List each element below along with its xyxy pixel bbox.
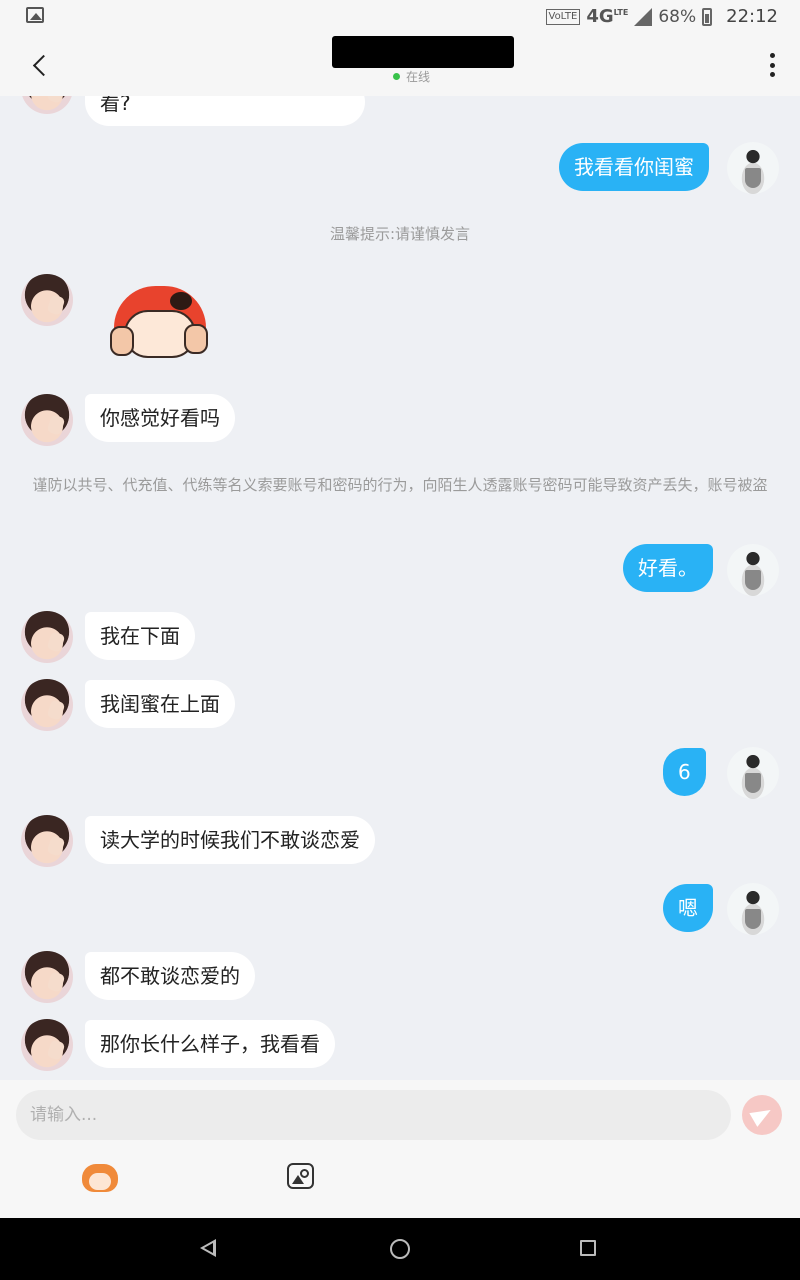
system-notice: 温馨提示:请谨慎发言 xyxy=(329,225,471,243)
battery-icon xyxy=(702,7,713,26)
my-avatar[interactable] xyxy=(727,142,779,194)
online-status: 在线 xyxy=(393,68,430,85)
battery-percent: 68% xyxy=(658,6,697,27)
chevron-left-icon[interactable] xyxy=(22,48,58,84)
image-icon[interactable] xyxy=(287,1163,314,1189)
online-status-label: 在线 xyxy=(406,70,431,84)
message-bubble-outgoing[interactable]: 我看看你闺蜜 xyxy=(559,143,709,191)
contact-avatar[interactable] xyxy=(21,815,73,867)
system-nav-bar xyxy=(0,1218,800,1280)
contact-name-redacted xyxy=(332,36,514,68)
contact-avatar[interactable] xyxy=(21,274,73,326)
network-label: 4G xyxy=(586,6,614,27)
my-avatar[interactable] xyxy=(727,544,779,596)
message-bubble-incoming[interactable]: 我闺蜜在上面 xyxy=(85,680,235,728)
nav-home-icon[interactable] xyxy=(390,1239,410,1259)
chat-header: 在线 xyxy=(0,34,800,96)
sticker-girl-peek[interactable] xyxy=(110,286,210,366)
message-composer xyxy=(0,1080,800,1218)
nav-back-icon[interactable] xyxy=(200,1239,216,1257)
contact-avatar[interactable] xyxy=(21,951,73,1003)
status-indicators: VoLTE 4GLTE 68% 22:12 xyxy=(545,6,778,27)
clock: 22:12 xyxy=(726,6,778,27)
network-sup: LTE xyxy=(613,8,629,17)
contact-avatar[interactable] xyxy=(21,96,73,114)
security-warning: 谨防以共号、代充值、代练等名义索要账号和密码的行为，向陌生人透露账号密码可能导致… xyxy=(32,476,768,494)
message-bubble-incoming[interactable]: 那你长什么样子，我看看 xyxy=(85,1020,335,1068)
gallery-notification-icon xyxy=(26,7,44,23)
emoji-sticker-icon[interactable] xyxy=(80,1160,120,1194)
message-list[interactable]: 看? 我看看你闺蜜 温馨提示:请谨慎发言 你感觉好看吗 谨防以共号、代充值、代练… xyxy=(0,96,800,1080)
send-icon[interactable] xyxy=(742,1095,782,1135)
signal-icon xyxy=(634,7,653,26)
message-bubble-outgoing[interactable]: 嗯 xyxy=(663,884,713,932)
message-bubble-incoming[interactable]: 读大学的时候我们不敢谈恋爱 xyxy=(85,816,375,864)
network-type: 4GLTE xyxy=(586,6,628,27)
message-input[interactable] xyxy=(16,1090,731,1140)
status-bar: VoLTE 4GLTE 68% 22:12 xyxy=(0,0,800,34)
more-vertical-icon[interactable] xyxy=(760,50,784,80)
message-bubble-incoming[interactable]: 都不敢谈恋爱的 xyxy=(85,952,255,1000)
contact-avatar[interactable] xyxy=(21,394,73,446)
contact-avatar[interactable] xyxy=(21,1019,73,1071)
contact-avatar[interactable] xyxy=(21,611,73,663)
nav-recents-icon[interactable] xyxy=(580,1240,596,1256)
my-avatar[interactable] xyxy=(727,883,779,935)
message-bubble-outgoing[interactable]: 6 xyxy=(663,748,706,796)
contact-avatar[interactable] xyxy=(21,679,73,731)
message-bubble-outgoing[interactable]: 好看。 xyxy=(623,544,713,592)
message-bubble-incoming[interactable]: 我在下面 xyxy=(85,612,195,660)
message-bubble-incoming[interactable]: 看? xyxy=(85,96,365,126)
message-bubble-incoming[interactable]: 你感觉好看吗 xyxy=(85,394,235,442)
volte-badge: VoLTE xyxy=(545,8,581,25)
online-dot-icon xyxy=(393,73,400,80)
my-avatar[interactable] xyxy=(727,747,779,799)
